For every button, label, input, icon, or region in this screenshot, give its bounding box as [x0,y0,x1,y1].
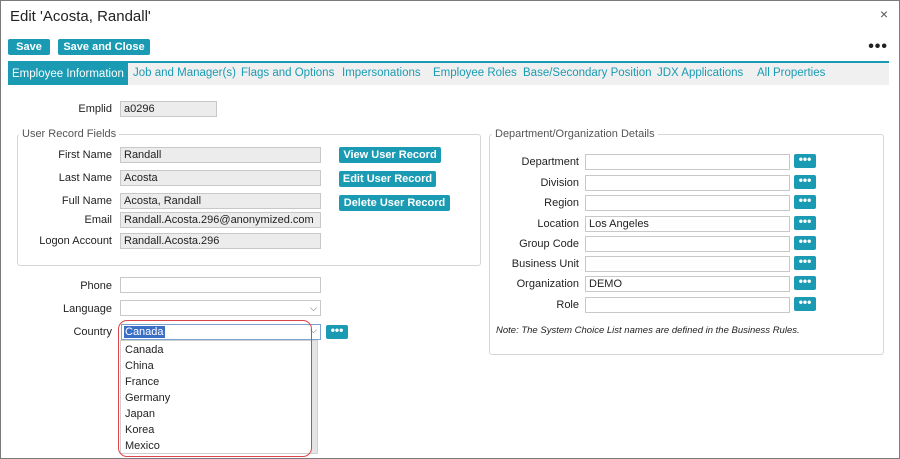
tab-bar: Employee Information Job and Manager(s) … [8,61,889,85]
region-input[interactable] [585,195,790,211]
department-input[interactable] [585,154,790,170]
tab-base-secondary-position[interactable]: Base/Secondary Position [523,67,652,79]
location-input[interactable]: Los Angeles [585,216,790,232]
view-user-record-button[interactable]: View User Record [339,147,441,163]
region-label: Region [544,197,579,209]
role-label: Role [556,299,579,311]
tab-employee-information[interactable]: Employee Information [8,63,128,85]
department-lookup-button[interactable]: ••• [794,153,816,168]
region-lookup-button[interactable]: ••• [794,194,816,209]
business-unit-lookup-button[interactable]: ••• [794,255,816,270]
language-select[interactable]: ⌵ [120,300,321,316]
country-label: Country [73,326,112,338]
department-label: Department [521,156,579,168]
edit-user-record-button[interactable]: Edit User Record [339,171,436,187]
save-and-close-button[interactable]: Save and Close [58,39,150,55]
group-code-input[interactable] [585,236,790,252]
tab-employee-roles[interactable]: Employee Roles [433,67,517,79]
phone-label: Phone [80,280,112,292]
role-lookup-button[interactable]: ••• [794,296,816,311]
chevron-down-icon: ⌵ [310,303,317,313]
location-lookup-button[interactable]: ••• [794,215,816,230]
logon-account-label: Logon Account [39,235,112,247]
organization-lookup-button[interactable]: ••• [794,275,816,290]
tab-jdx-applications[interactable]: JDX Applications [657,67,743,79]
annotation-highlight [118,320,312,457]
emplid-label: Emplid [78,103,112,115]
business-rules-note: Note: The System Choice List names are d… [496,325,800,336]
last-name-field[interactable]: Acosta [120,170,321,186]
tab-all-properties[interactable]: All Properties [757,67,825,79]
full-name-label: Full Name [61,195,112,207]
location-label: Location [537,218,579,230]
phone-input[interactable] [120,277,321,293]
logon-account-field[interactable]: Randall.Acosta.296 [120,233,321,249]
more-options-icon[interactable]: ••• [868,38,888,56]
business-unit-label: Business Unit [511,258,579,270]
organization-input[interactable]: DEMO [585,276,790,292]
email-label: Email [84,214,112,226]
organization-label: Organization [516,278,579,290]
country-lookup-button[interactable]: ••• [326,324,348,339]
full-name-field[interactable]: Acosta, Randall [120,193,321,209]
first-name-field[interactable]: Randall [120,147,321,163]
delete-user-record-button[interactable]: Delete User Record [339,195,450,211]
business-unit-input[interactable] [585,256,790,272]
division-lookup-button[interactable]: ••• [794,174,816,189]
role-input[interactable] [585,297,790,313]
division-label: Division [540,177,579,189]
department-legend: Department/Organization Details [492,128,658,140]
language-label: Language [63,303,112,315]
save-button[interactable]: Save [8,39,50,55]
group-code-label: Group Code [519,238,579,250]
tab-flags-and-options[interactable]: Flags and Options [241,67,334,79]
dialog-title: Edit 'Acosta, Randall' [10,8,151,25]
emplid-field[interactable]: a0296 [120,101,217,117]
first-name-label: First Name [58,149,112,161]
email-field[interactable]: Randall.Acosta.296@anonymized.com [120,212,321,228]
last-name-label: Last Name [58,172,112,184]
tab-impersonations[interactable]: Impersonations [342,67,421,79]
group-code-lookup-button[interactable]: ••• [794,235,816,250]
division-input[interactable] [585,175,790,191]
user-record-legend: User Record Fields [19,128,120,140]
tab-job-and-managers[interactable]: Job and Manager(s) [133,67,236,79]
close-icon[interactable]: × [880,6,888,22]
